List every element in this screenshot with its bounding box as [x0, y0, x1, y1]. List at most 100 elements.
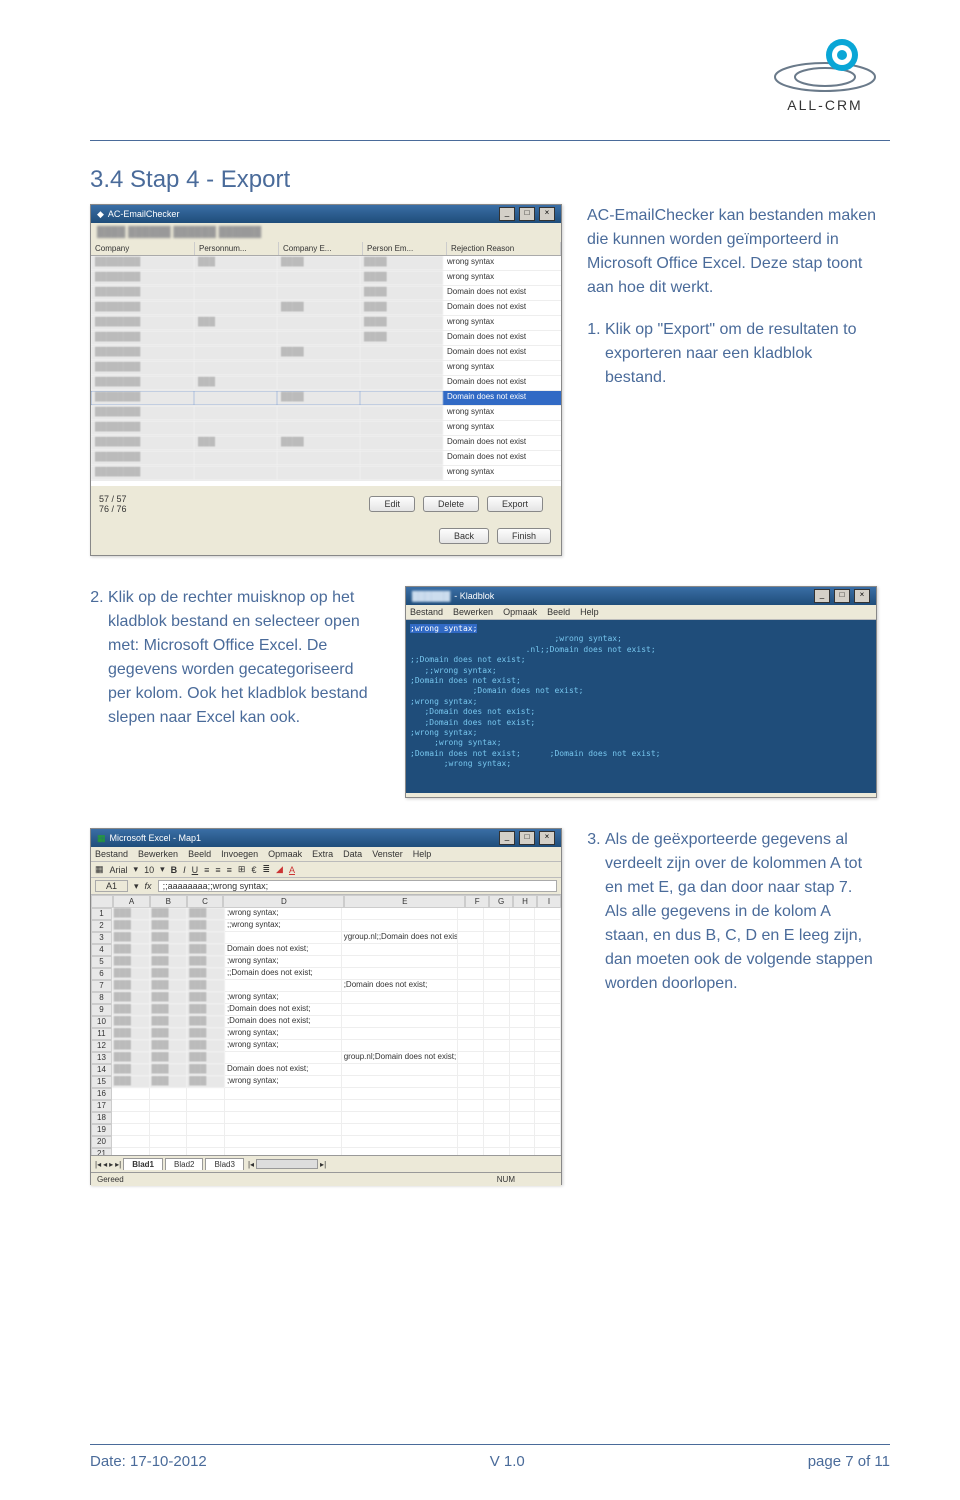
- export-button[interactable]: Export: [487, 496, 543, 512]
- minimize-icon[interactable]: _: [499, 207, 515, 221]
- close-icon[interactable]: ×: [854, 589, 870, 603]
- table-row[interactable]: ███████████████wrong syntax: [91, 316, 561, 331]
- maximize-icon[interactable]: □: [519, 207, 535, 221]
- italic-icon[interactable]: I: [183, 865, 186, 875]
- table-row[interactable]: ████████wrong syntax: [91, 406, 561, 421]
- col-header[interactable]: A: [113, 895, 150, 908]
- kladblok-menubar[interactable]: Bestand Bewerken Opmaak Beeld Help: [406, 605, 876, 620]
- kladblok-content[interactable]: ;wrong syntax; ;wrong syntax; .nl;;Domai…: [406, 620, 876, 793]
- col-header[interactable]: H: [513, 895, 537, 908]
- bold-icon[interactable]: B: [171, 865, 178, 875]
- edit-button[interactable]: Edit: [369, 496, 415, 512]
- col-header[interactable]: G: [489, 895, 513, 908]
- font-size[interactable]: 10: [144, 865, 154, 875]
- tab-nav-last-icon[interactable]: ▸|: [115, 1160, 121, 1169]
- menu-item[interactable]: Beeld: [188, 849, 211, 859]
- sheet-tab-2[interactable]: Blad2: [165, 1158, 203, 1170]
- excel-row[interactable]: 3█████████ygroup.nl;;Domain does not exi…: [91, 932, 561, 944]
- excel-row[interactable]: 15█████████;wrong syntax;: [91, 1076, 561, 1088]
- table-row[interactable]: ████████████wrong syntax: [91, 271, 561, 286]
- excel-row[interactable]: 5█████████;wrong syntax;: [91, 956, 561, 968]
- menu-item[interactable]: Beeld: [547, 607, 570, 617]
- table-row[interactable]: ████████████Domain does not exist: [91, 286, 561, 301]
- delete-button[interactable]: Delete: [423, 496, 479, 512]
- excel-grid[interactable]: ABCDEFGHI 1█████████;wrong syntax;2█████…: [91, 895, 561, 1155]
- grid-body[interactable]: ███████████████████wrong syntax█████████…: [91, 256, 561, 486]
- excel-row[interactable]: 18: [91, 1112, 561, 1124]
- col-header[interactable]: E: [344, 895, 465, 908]
- excel-formula-bar[interactable]: A1 ▾ fx ;;aaaaaaaa;;wrong syntax;: [91, 878, 561, 895]
- excel-row[interactable]: 16: [91, 1088, 561, 1100]
- merge-icon[interactable]: ⊞: [238, 864, 246, 875]
- maximize-icon[interactable]: □: [834, 589, 850, 603]
- hscroll-right-icon[interactable]: ▸|: [320, 1160, 326, 1169]
- col-header[interactable]: I: [537, 895, 561, 908]
- excel-row[interactable]: 8█████████;wrong syntax;: [91, 992, 561, 1004]
- col-header[interactable]: F: [465, 895, 489, 908]
- back-button[interactable]: Back: [439, 528, 489, 544]
- menu-item[interactable]: Opmaak: [503, 607, 537, 617]
- excel-row[interactable]: 13█████████group.nl;Domain does not exis…: [91, 1052, 561, 1064]
- close-icon[interactable]: ×: [539, 207, 555, 221]
- underline-icon[interactable]: U: [192, 865, 199, 875]
- table-row[interactable]: ████████████Domain does not exist: [91, 331, 561, 346]
- table-row[interactable]: ████████Domain does not exist: [91, 451, 561, 466]
- excel-row[interactable]: 21: [91, 1148, 561, 1155]
- table-row[interactable]: ███████████████████wrong syntax: [91, 256, 561, 271]
- minimize-icon[interactable]: _: [499, 831, 515, 845]
- maximize-icon[interactable]: □: [519, 831, 535, 845]
- currency-icon[interactable]: €: [251, 865, 256, 875]
- table-row[interactable]: ███████████████Domain does not exist: [91, 436, 561, 451]
- col-person-em[interactable]: Person Em...: [363, 242, 447, 255]
- font-name[interactable]: Arial: [110, 865, 128, 875]
- font-color-icon[interactable]: A: [289, 865, 295, 875]
- sheet-tab-3[interactable]: Blad3: [205, 1158, 243, 1170]
- excel-row[interactable]: 19: [91, 1124, 561, 1136]
- menu-item[interactable]: Venster: [372, 849, 403, 859]
- align-right-icon[interactable]: ≡: [227, 865, 232, 875]
- excel-row[interactable]: 11█████████;wrong syntax;: [91, 1028, 561, 1040]
- excel-toolbar[interactable]: ▦ Arial ▾ 10 ▾ B I U ≡ ≡ ≡ ⊞ € ≣ ◢ A: [91, 862, 561, 878]
- excel-row[interactable]: 1█████████;wrong syntax;: [91, 908, 561, 920]
- menu-item[interactable]: Bewerken: [138, 849, 178, 859]
- tab-nav-prev-icon[interactable]: ◂: [103, 1160, 107, 1169]
- col-personnum[interactable]: Personnum...: [195, 242, 279, 255]
- col-company-e[interactable]: Company E...: [279, 242, 363, 255]
- menu-item[interactable]: Bestand: [410, 607, 443, 617]
- align-left-icon[interactable]: ≡: [204, 865, 209, 875]
- menu-item[interactable]: Opmaak: [268, 849, 302, 859]
- col-company[interactable]: Company: [91, 242, 195, 255]
- menu-item[interactable]: Bewerken: [453, 607, 493, 617]
- hscroll-left-icon[interactable]: |◂: [248, 1160, 254, 1169]
- excel-row[interactable]: 14█████████Domain does not exist;: [91, 1064, 561, 1076]
- table-row[interactable]: ████████████Domain does not exist: [91, 391, 561, 406]
- table-row[interactable]: ███████████Domain does not exist: [91, 376, 561, 391]
- col-rejection[interactable]: Rejection Reason: [447, 242, 561, 255]
- table-row[interactable]: ████████wrong syntax: [91, 421, 561, 436]
- indent-icon[interactable]: ≣: [262, 864, 270, 875]
- hscrollbar[interactable]: [256, 1159, 318, 1169]
- excel-row[interactable]: 6█████████;;Domain does not exist;: [91, 968, 561, 980]
- sheet-tab-1[interactable]: Blad1: [123, 1158, 163, 1170]
- minimize-icon[interactable]: _: [814, 589, 830, 603]
- excel-row[interactable]: 2█████████;;wrong syntax;: [91, 920, 561, 932]
- table-row[interactable]: ████████wrong syntax: [91, 361, 561, 376]
- excel-row[interactable]: 20: [91, 1136, 561, 1148]
- excel-row[interactable]: 10█████████;Domain does not exist;: [91, 1016, 561, 1028]
- tab-nav-first-icon[interactable]: |◂: [95, 1160, 101, 1169]
- col-header[interactable]: D: [223, 895, 344, 908]
- menu-item[interactable]: Bestand: [95, 849, 128, 859]
- excel-row[interactable]: 12█████████;wrong syntax;: [91, 1040, 561, 1052]
- formula-value[interactable]: ;;aaaaaaaa;;wrong syntax;: [158, 880, 557, 892]
- menu-item[interactable]: Help: [580, 607, 599, 617]
- menu-item[interactable]: Invoegen: [221, 849, 258, 859]
- excel-row[interactable]: 9█████████;Domain does not exist;: [91, 1004, 561, 1016]
- fill-color-icon[interactable]: ◢: [276, 864, 283, 875]
- excel-row[interactable]: 17: [91, 1100, 561, 1112]
- finish-button[interactable]: Finish: [497, 528, 551, 544]
- excel-row[interactable]: 7█████████;Domain does not exist;: [91, 980, 561, 992]
- excel-row[interactable]: 4█████████Domain does not exist;: [91, 944, 561, 956]
- excel-menubar[interactable]: BestandBewerkenBeeldInvoegenOpmaakExtraD…: [91, 847, 561, 862]
- col-header[interactable]: B: [150, 895, 187, 908]
- table-row[interactable]: ████████████████Domain does not exist: [91, 301, 561, 316]
